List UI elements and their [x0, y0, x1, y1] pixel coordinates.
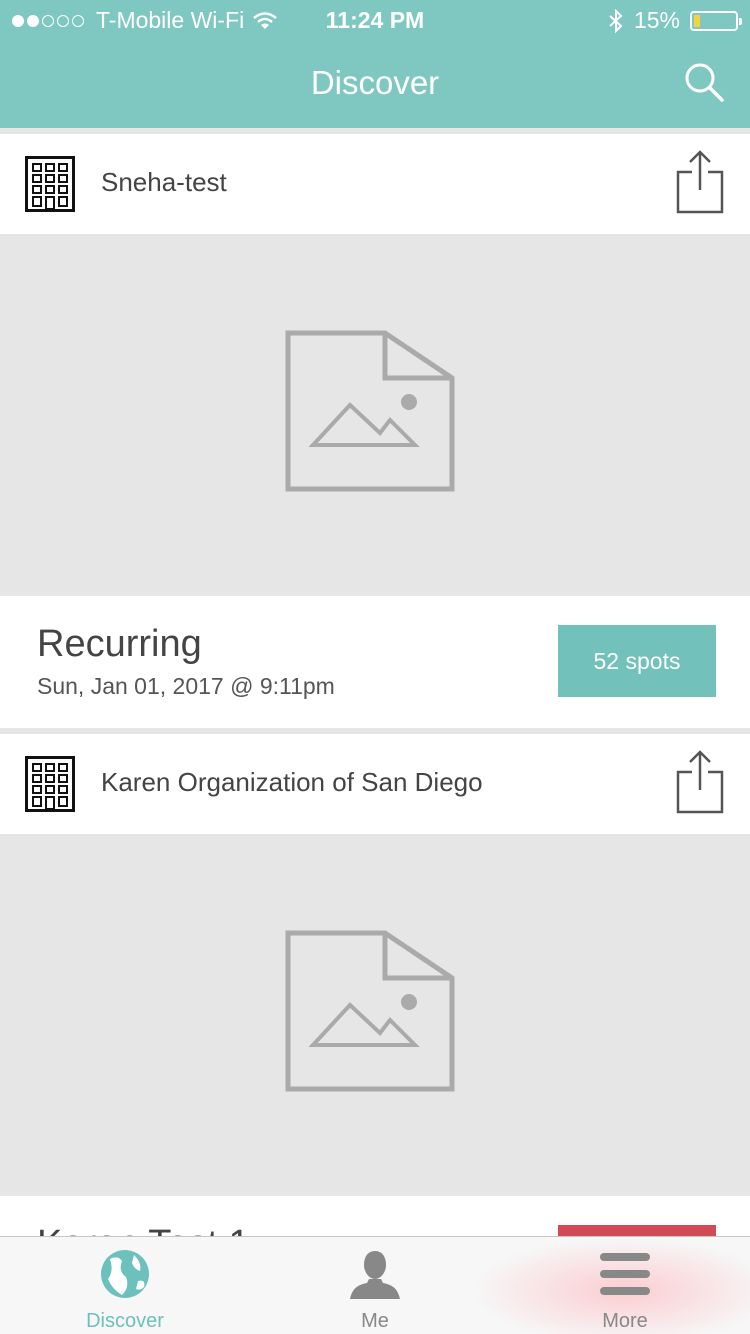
org-name: Karen Organization of San Diego [101, 767, 483, 797]
event-title: Recurring [37, 623, 202, 665]
event-feed: Sneha-test Recurring Sun, Jan 01, 2017 @… [0, 134, 750, 1196]
event-title: Karen Test 1 [37, 1223, 250, 1236]
tab-label: Me [361, 1310, 389, 1332]
search-icon[interactable] [682, 60, 726, 104]
event-info[interactable]: Recurring Sun, Jan 01, 2017 @ 9:11pm 52 … [0, 596, 750, 728]
bluetooth-icon [609, 8, 623, 33]
share-icon[interactable] [676, 150, 724, 214]
spots-button[interactable] [558, 1225, 716, 1236]
spots-button[interactable]: 52 spots [558, 625, 716, 697]
battery-icon [690, 10, 742, 31]
nav-bar: Discover [0, 40, 750, 128]
image-placeholder-icon [285, 930, 455, 1092]
image-placeholder-icon [285, 330, 455, 492]
menu-icon [600, 1253, 650, 1295]
org-header[interactable]: Karen Organization of San Diego [0, 734, 750, 834]
event-date: Sun, Jan 01, 2017 @ 9:11pm [37, 673, 335, 699]
org-header[interactable]: Sneha-test [0, 134, 750, 234]
status-bar: T-Mobile Wi-Fi 11:24 PM 15% [0, 0, 750, 40]
battery-percent: 15% [633, 7, 680, 33]
tab-label: Discover [86, 1310, 164, 1332]
event-info-partial[interactable]: Karen Test 1 [0, 1196, 750, 1236]
event-image-placeholder[interactable] [0, 234, 750, 596]
tab-label: More [602, 1310, 648, 1332]
tab-bar: Discover Me More [0, 1236, 750, 1334]
page-title: Discover [310, 64, 440, 101]
tab-more[interactable]: More [500, 1237, 750, 1334]
org-name: Sneha-test [101, 167, 227, 197]
tab-discover[interactable]: Discover [0, 1237, 250, 1334]
share-icon[interactable] [676, 750, 724, 814]
person-icon [350, 1251, 400, 1299]
building-icon [25, 156, 75, 212]
tab-me[interactable]: Me [250, 1237, 500, 1334]
globe-icon [101, 1250, 149, 1298]
building-icon [25, 756, 75, 812]
event-image-placeholder[interactable] [0, 834, 750, 1196]
